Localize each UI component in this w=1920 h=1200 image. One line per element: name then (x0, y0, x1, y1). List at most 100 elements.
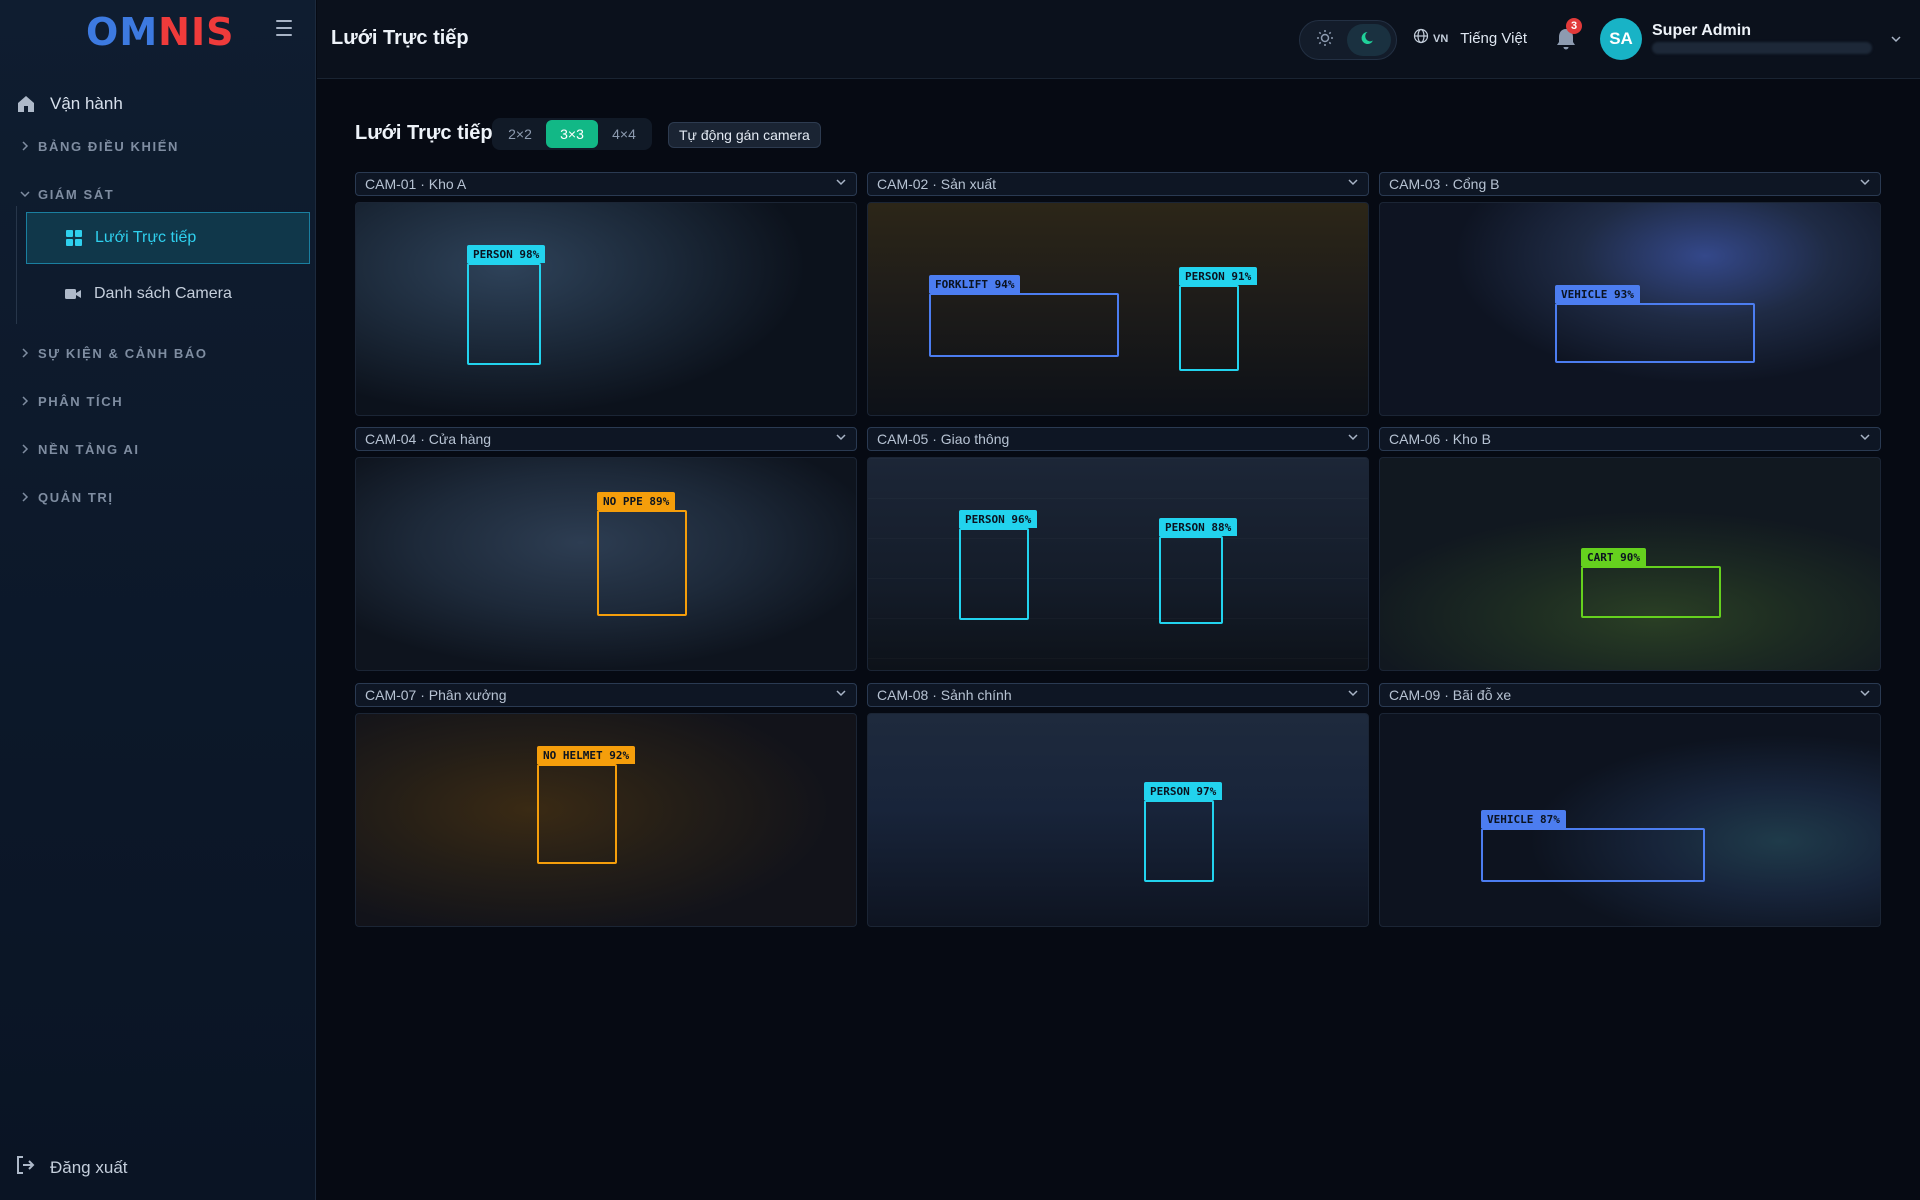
sidebar-section-ai-platform[interactable]: NỀN TẢNG AI (20, 439, 140, 459)
chevron-down-icon (1347, 686, 1359, 704)
hamburger-menu-icon[interactable] (276, 20, 292, 36)
camera-feed[interactable]: PERSON 98% (355, 202, 857, 416)
camera-feed[interactable]: FORKLIFT 94% PERSON 91% (867, 202, 1369, 416)
detection-box: NO HELMET 92% (537, 746, 636, 864)
camera-feed[interactable]: PERSON 96% PERSON 88% (867, 457, 1369, 671)
sun-icon (1316, 29, 1334, 52)
camera-cell: CAM-08 · Sảnh chính PERSON 97% (867, 683, 1369, 927)
sidebar-section-monitoring[interactable]: GIÁM SÁT (20, 184, 114, 204)
camera-name: CAM-07 · Phân xưởng (365, 687, 507, 703)
sidebar-item-operations[interactable]: Vận hành (16, 90, 123, 118)
sidebar-section-administration[interactable]: QUẢN TRỊ (20, 487, 114, 507)
detection-box: PERSON 96% (959, 510, 1038, 620)
detection-label: PERSON 97% (1144, 782, 1223, 800)
language-selector[interactable]: VN Tiếng Việt (1413, 28, 1527, 49)
camera-name: CAM-08 · Sảnh chính (877, 687, 1012, 703)
chevron-down-icon (835, 686, 847, 704)
logo-letter-n: N (158, 10, 191, 54)
layout-2x2-button[interactable]: 2×2 (494, 120, 546, 148)
camera-feed[interactable]: CART 90% (1379, 457, 1881, 671)
camera-select[interactable]: CAM-09 · Bãi đỗ xe (1379, 683, 1881, 707)
camera-name: CAM-04 · Cửa hàng (365, 431, 492, 447)
sidebar-section-events-alerts[interactable]: SỰ KIỆN & CẢNH BÁO (20, 343, 208, 363)
sidebar-item-live-grid[interactable]: Lưới Trực tiếp (26, 212, 310, 264)
camera-feed[interactable]: NO PPE 89% (355, 457, 857, 671)
camera-feed[interactable]: VEHICLE 87% (1379, 713, 1881, 927)
auto-assign-camera-button[interactable]: Tự động gán camera (668, 122, 821, 148)
language-name: Tiếng Việt (1460, 30, 1527, 47)
camera-select[interactable]: CAM-03 · Cổng B (1379, 172, 1881, 196)
chevron-down-icon (20, 189, 30, 199)
chevron-right-icon (20, 492, 30, 502)
camera-name: CAM-03 · Cổng B (1389, 176, 1500, 192)
sidebar-section-label: BẢNG ĐIỀU KHIỂN (38, 138, 180, 154)
detection-label: CART 90% (1581, 548, 1646, 566)
camera-name: CAM-09 · Bãi đỗ xe (1389, 687, 1512, 703)
logout-icon (14, 1154, 36, 1181)
chevron-right-icon (20, 444, 30, 454)
camera-cell: CAM-05 · Giao thông PERSON 96% PERSON 88… (867, 427, 1369, 671)
sidebar-section-label: PHÂN TÍCH (38, 393, 124, 409)
camera-cell: CAM-01 · Kho A PERSON 98% (355, 172, 857, 416)
video-camera-icon (64, 285, 82, 303)
camera-select[interactable]: CAM-06 · Kho B (1379, 427, 1881, 451)
sidebar-section-dashboard[interactable]: BẢNG ĐIỀU KHIỂN (20, 136, 179, 156)
camera-select[interactable]: CAM-05 · Giao thông (867, 427, 1369, 451)
chevron-right-icon (20, 141, 30, 151)
sidebar-item-camera-list[interactable]: Danh sách Camera (26, 268, 310, 320)
sidebar-item-label: Lưới Trực tiếp (95, 229, 197, 246)
chevron-down-icon (1859, 175, 1871, 193)
camera-feed[interactable]: NO HELMET 92% (355, 713, 857, 927)
detection-label: PERSON 98% (467, 245, 546, 263)
camera-cell: CAM-02 · Sản xuất FORKLIFT 94% PERSON 91… (867, 172, 1369, 416)
detection-box: VEHICLE 87% (1481, 810, 1705, 882)
camera-select[interactable]: CAM-02 · Sản xuất (867, 172, 1369, 196)
submenu-guide-line (16, 206, 17, 324)
camera-cell: CAM-03 · Cổng B VEHICLE 93% (1379, 172, 1881, 416)
detection-box: NO PPE 89% (597, 492, 687, 616)
detection-label: FORKLIFT 94% (929, 275, 1021, 293)
grid-layout-selector: 2×2 3×3 4×4 (492, 118, 652, 150)
camera-select[interactable]: CAM-01 · Kho A (355, 172, 857, 196)
sidebar: O M N I S Vận hành BẢNG ĐIỀU KHIỂN GIÁM … (0, 0, 316, 1200)
light-theme-button[interactable] (1303, 24, 1347, 56)
dark-theme-button[interactable] (1347, 24, 1391, 56)
chevron-down-icon (835, 175, 847, 193)
theme-toggle[interactable] (1299, 20, 1397, 60)
layout-4x4-button[interactable]: 4×4 (598, 120, 650, 148)
detection-box: PERSON 88% (1159, 518, 1238, 624)
sidebar-item-operations-label: Vận hành (50, 94, 123, 113)
camera-cell: CAM-09 · Bãi đỗ xe VEHICLE 87% (1379, 683, 1881, 927)
detection-label: VEHICLE 87% (1481, 810, 1566, 828)
detection-box: PERSON 98% (467, 245, 546, 365)
detection-box: FORKLIFT 94% (929, 275, 1119, 357)
camera-select[interactable]: CAM-08 · Sảnh chính (867, 683, 1369, 707)
detection-label: PERSON 91% (1179, 267, 1258, 285)
page-title: Lưới Trực tiếp (331, 27, 469, 49)
user-email-redacted (1652, 42, 1872, 54)
camera-feed[interactable]: PERSON 97% (867, 713, 1369, 927)
notification-badge: 3 (1566, 18, 1582, 34)
detection-box: PERSON 91% (1179, 267, 1258, 371)
detection-label: NO PPE 89% (597, 492, 676, 510)
camera-name: CAM-01 · Kho A (365, 176, 467, 192)
grid-title: Lưới Trực tiếp (355, 122, 493, 144)
detection-label: NO HELMET 92% (537, 746, 636, 764)
sidebar-section-analytics[interactable]: PHÂN TÍCH (20, 391, 123, 411)
camera-select[interactable]: CAM-04 · Cửa hàng (355, 427, 857, 451)
chevron-down-icon (835, 430, 847, 448)
user-name[interactable]: Super Admin (1652, 22, 1751, 40)
notifications-button[interactable]: 3 (1554, 18, 1582, 54)
camera-cell: CAM-06 · Kho B CART 90% (1379, 427, 1881, 671)
logout-button[interactable]: Đăng xuất (14, 1154, 128, 1181)
chevron-right-icon (20, 396, 30, 406)
camera-name: CAM-02 · Sản xuất (877, 176, 997, 192)
camera-select[interactable]: CAM-07 · Phân xưởng (355, 683, 857, 707)
chevron-down-icon[interactable] (1890, 32, 1902, 50)
avatar[interactable]: SA (1600, 18, 1642, 60)
camera-feed[interactable]: VEHICLE 93% (1379, 202, 1881, 416)
top-header: Lưới Trực tiếp VN Tiếng Việt 3 SA Super … (317, 0, 1920, 79)
layout-3x3-button[interactable]: 3×3 (546, 120, 598, 148)
omnis-logo[interactable]: O M N I S (86, 10, 234, 54)
sidebar-item-label: Danh sách Camera (94, 285, 232, 302)
